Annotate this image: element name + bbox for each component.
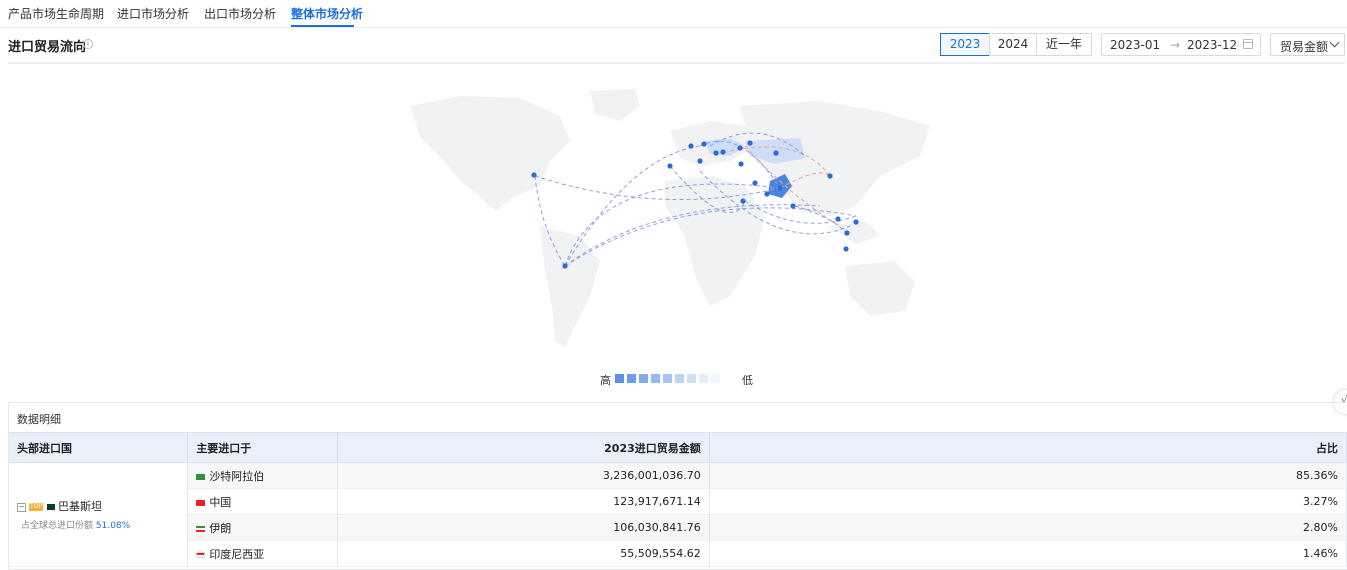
tab-product-lifecycle[interactable]: 产品市场生命周期 — [8, 5, 104, 22]
partner-name: 伊朗 — [209, 521, 232, 535]
amount-cell: 106,030,841.76 — [337, 514, 710, 541]
active-tab-indicator — [291, 25, 354, 27]
share-cell: 3.27% — [709, 488, 1347, 515]
legend-low-label: 低 — [742, 374, 753, 387]
col-header-share[interactable]: 占比 — [709, 432, 1347, 463]
amount-cell: 3,236,001,036.70 — [337, 462, 710, 489]
metric-select-value: 贸易金额 — [1280, 40, 1329, 54]
share-cell: 1.46% — [709, 540, 1347, 567]
legend-swatch — [627, 374, 636, 383]
legend-swatch — [711, 374, 720, 383]
collapse-toggle-icon[interactable]: − — [17, 502, 26, 512]
info-circle-icon[interactable]: i — [83, 39, 93, 49]
top-badge-icon: TOP — [29, 503, 43, 511]
col-header-amount[interactable]: 2023进口贸易金额 — [337, 432, 710, 463]
share-cell: 85.36% — [709, 462, 1347, 489]
legend-swatch — [675, 374, 684, 383]
tab-import-analysis[interactable]: 进口市场分析 — [117, 5, 189, 22]
importer-share: 占全球总进口份额 51.08% — [17, 518, 179, 531]
detail-table: 头部进口国 主要进口于 2023进口贸易金额 占比 − TOP 巴基斯坦 占全球总进… — [9, 432, 1347, 567]
partner-name: 中国 — [209, 495, 232, 509]
date-end[interactable]: 2023-12 — [1187, 38, 1237, 52]
legend-swatch — [687, 374, 696, 383]
legend-swatch — [699, 374, 708, 383]
importer-cell: − TOP 巴基斯坦 占全球总进口份额 51.08% — [9, 462, 189, 567]
detail-title: 数据明细 — [17, 413, 61, 426]
legend-swatch — [651, 374, 660, 383]
saudi-flag-icon — [196, 473, 206, 480]
china-flag-icon — [196, 499, 206, 506]
table-row: 伊朗 106,030,841.76 2.80% — [9, 514, 1347, 541]
header-divider — [8, 62, 1345, 64]
date-start[interactable]: 2023-01 — [1110, 38, 1160, 52]
trade-flow-map — [410, 89, 930, 348]
legend-high-label: 高 — [600, 374, 611, 387]
amount-cell: 123,917,671.14 — [337, 488, 710, 515]
partner-cell: 沙特阿拉伯 — [187, 462, 339, 489]
tab-export-analysis[interactable]: 出口市场分析 — [204, 5, 276, 22]
tab-overall-analysis[interactable]: 整体市场分析 — [291, 5, 363, 22]
partner-name: 沙特阿拉伯 — [209, 469, 265, 483]
partner-name: 印度尼西亚 — [209, 547, 265, 561]
amount-cell: 55,509,554.62 — [337, 540, 710, 567]
partner-cell: 中国 — [187, 488, 339, 515]
legend-swatch — [639, 374, 648, 383]
partner-cell: 印度尼西亚 — [187, 540, 339, 567]
world-landmass — [410, 89, 930, 348]
date-range-picker[interactable]: 2023-01 → 2023-12 — [1101, 33, 1261, 56]
data-detail-panel: 数据明细 头部进口国 主要进口于 2023进口贸易金额 占比 − TOP 巴基斯坦 … — [8, 402, 1347, 570]
year-2024-button[interactable]: 2024 — [989, 33, 1037, 56]
calendar-icon[interactable] — [1243, 39, 1253, 49]
metric-select[interactable]: 贸易金额 — [1270, 33, 1345, 56]
date-separator: → — [1170, 38, 1181, 52]
partner-cell: 伊朗 — [187, 514, 339, 541]
share-value: 51.08% — [95, 521, 131, 531]
iran-flag-icon — [196, 525, 206, 532]
table-row: − TOP 巴基斯坦 占全球总进口份额 51.08% 沙特阿拉伯 3,236,001… — [9, 462, 1347, 567]
importer-name: 巴基斯坦 — [58, 500, 102, 513]
share-label: 占全球总进口份额 — [21, 521, 94, 531]
table-row: 中国 123,917,671.14 3.27% — [9, 488, 1347, 515]
importer-name-line: − TOP 巴基斯坦 — [17, 498, 179, 514]
pakistan-flag-icon — [47, 504, 55, 510]
col-header-source: 主要进口于 — [187, 432, 339, 463]
legend-swatch — [663, 374, 672, 383]
chevron-down-icon — [1329, 37, 1340, 48]
recent-year-button[interactable]: 近一年 — [1036, 33, 1092, 56]
section-title: 进口贸易流向 — [8, 40, 87, 55]
indonesia-flag-icon — [196, 551, 206, 558]
share-cell: 2.80% — [709, 514, 1347, 541]
table-header-row: 头部进口国 主要进口于 2023进口贸易金额 占比 — [9, 432, 1347, 463]
year-2023-button[interactable]: 2023 — [940, 33, 990, 56]
top-tab-bar: 产品市场生命周期 进口市场分析 出口市场分析 整体市场分析 — [0, 0, 1347, 28]
legend-swatch — [615, 374, 624, 383]
table-row: 印度尼西亚 55,509,554.62 1.46% — [9, 540, 1347, 567]
col-header-importer: 头部进口国 — [9, 432, 189, 463]
